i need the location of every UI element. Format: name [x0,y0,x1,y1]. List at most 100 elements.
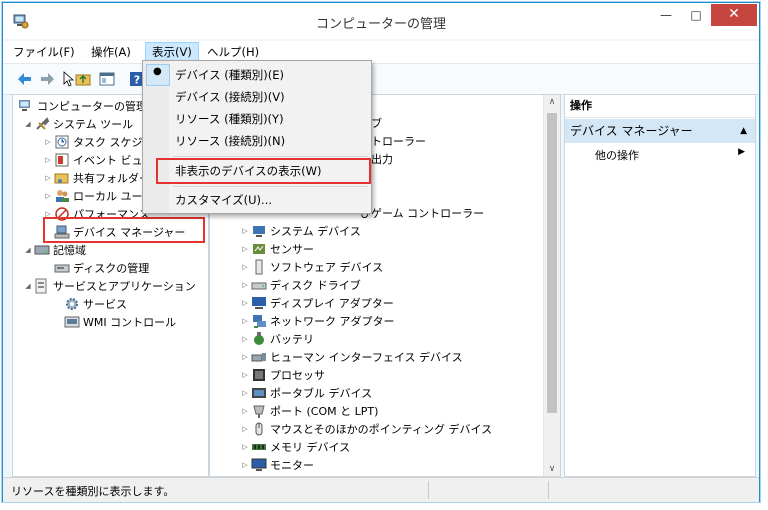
tree-item-wmi[interactable]: WMI コントロール [63,314,176,331]
scroll-up-icon[interactable]: ∧ [544,97,560,107]
sensor-icon [251,241,267,257]
device-category-hid[interactable]: ▷ ヒューマン インターフェイス デバイス [240,349,462,366]
clock-icon [54,134,70,150]
tree-item-disk-management[interactable]: ディスクの管理 [43,260,149,277]
expand-arrow-icon[interactable]: ▷ [240,277,250,294]
device-category-processor[interactable]: ▷ プロセッサ [240,367,325,384]
hid-icon [251,349,267,365]
device-category-mouse[interactable]: ▷ マウスとそのほかのポインティング デバイス [240,421,492,438]
computer-management-icon [18,98,34,114]
close-button[interactable]: ✕ [711,4,757,26]
tree-label: システム ツール [53,118,134,131]
expand-arrow-icon[interactable]: ▷ [240,367,250,384]
scroll-down-icon[interactable]: ∨ [544,464,560,474]
tree-item-local-users[interactable]: ▷ ローカル ユー [43,188,143,205]
device-label: メモリ デバイス [270,441,351,454]
device-category-system[interactable]: ▷ システム デバイス [240,223,361,240]
tree-item-system-tools[interactable]: ◢ システム ツール [23,116,133,133]
software-device-icon [251,259,267,275]
actions-section-label: デバイス マネージャー [570,124,693,138]
disk-icon [54,260,70,276]
expand-arrow-icon[interactable]: ▷ [240,223,250,240]
expand-arrow-icon[interactable]: ◢ [23,116,33,133]
battery-icon [251,331,267,347]
expand-arrow-icon[interactable]: ▷ [240,457,250,474]
storage-icon [34,242,50,258]
expand-arrow-icon[interactable]: ▷ [240,331,250,348]
scroll-thumb[interactable] [547,113,557,413]
tree-label: タスク スケジュ [73,136,153,149]
view-menu-dropdown: ● デバイス (種類別)(E) デバイス (接続別)(V) リソース (種類別)… [142,60,372,214]
back-arrow-icon[interactable] [17,71,33,87]
actions-section-device-manager[interactable]: デバイス マネージャー ▲ [565,119,755,143]
tree-item-services-apps[interactable]: ◢ サービスとアプリケーション [23,278,196,295]
device-label: バッテリ [270,333,314,346]
window-title: コンピューターの管理 [315,17,446,32]
monitor-icon [251,457,267,473]
display-adapter-icon [251,295,267,311]
expand-arrow-icon[interactable]: ▷ [240,349,250,366]
actions-pane: 操作 デバイス マネージャー ▲ 他の操作 ▶ [564,94,756,477]
menu-view[interactable]: 表示(V) [145,42,199,62]
submenu-arrow-icon[interactable]: ▶ [738,147,745,157]
expand-arrow-icon[interactable]: ▷ [43,134,53,151]
tree-label: WMI コントロール [83,316,177,329]
menu-action[interactable]: 操作(A) [85,43,137,61]
tree-item-event-viewer[interactable]: ▷ イベント ビュー [43,152,154,169]
memory-icon [251,439,267,455]
tree-item-root[interactable]: コンピューターの管理 [17,98,147,115]
menu-separator [173,186,368,187]
menu-item-resources-by-type[interactable]: リソース (種類別)(Y) [175,108,284,130]
expand-arrow-icon[interactable]: ▷ [43,170,53,187]
device-label: ポート (COM と LPT) [270,405,379,418]
menu-item-resources-by-connection[interactable]: リソース (接続別)(N) [175,130,285,152]
show-hide-tree-icon[interactable] [99,71,115,87]
expand-arrow-icon[interactable]: ▷ [240,421,250,438]
device-category-network[interactable]: ▷ ネットワーク アダプター [240,313,395,330]
menu-help[interactable]: ヘルプ(H) [201,43,265,61]
expand-arrow-icon[interactable]: ▷ [43,188,53,205]
tree-item-services[interactable]: サービス [63,296,127,313]
device-category-ports[interactable]: ▷ ポート (COM と LPT) [240,403,378,420]
device-category-software[interactable]: ▷ ソフトウェア デバイス [240,259,383,276]
highlight-box [43,217,205,243]
tree-item-shared-folders[interactable]: ▷ 共有フォルダー [43,170,150,187]
device-category-sensor[interactable]: ▷ センサー [240,241,314,258]
menu-item-devices-by-connection[interactable]: デバイス (接続別)(V) [175,86,285,108]
maximize-button[interactable]: □ [681,4,711,26]
up-folder-icon[interactable] [75,71,91,87]
device-category-monitor[interactable]: ▷ モニター [240,457,314,474]
device-label: ディスプレイ アダプター [270,297,394,310]
device-category-display[interactable]: ▷ ディスプレイ アダプター [240,295,394,312]
vertical-scrollbar[interactable]: ∧ ∨ [543,95,560,476]
device-category-memory[interactable]: ▷ メモリ デバイス [240,439,350,456]
users-icon [54,188,70,204]
expand-arrow-icon[interactable]: ◢ [23,278,33,295]
expand-arrow-icon[interactable]: ◢ [23,242,33,259]
tree-label: 記憶域 [53,244,86,257]
expand-arrow-icon[interactable]: ▷ [240,295,250,312]
device-category-portable[interactable]: ▷ ポータブル デバイス [240,385,372,402]
menu-file[interactable]: ファイル(F) [7,43,81,61]
device-category-battery[interactable]: ▷ バッテリ [240,331,314,348]
expand-arrow-icon[interactable]: ▷ [240,259,250,276]
expand-arrow-icon[interactable]: ▷ [240,403,250,420]
status-divider [428,481,429,499]
tree-item-storage[interactable]: ◢ 記憶域 [23,242,86,259]
expand-arrow-icon[interactable]: ▷ [240,385,250,402]
collapse-up-icon[interactable]: ▲ [740,119,747,143]
expand-arrow-icon[interactable]: ▷ [240,439,250,456]
menu-item-devices-by-type[interactable]: デバイス (種類別)(E) [175,64,284,86]
expand-arrow-icon[interactable]: ▷ [240,313,250,330]
tree-label: ローカル ユー [73,190,143,203]
minimize-button[interactable]: — [651,4,681,26]
main-window: コンピューターの管理 — □ ✕ ファイル(F) 操作(A) 表示(V) ヘルプ… [2,2,760,502]
forward-arrow-icon[interactable] [39,71,55,87]
device-category-disk[interactable]: ▷ ディスク ドライブ [240,277,361,294]
device-label: ディスク ドライブ [270,279,361,292]
expand-arrow-icon[interactable]: ▷ [240,241,250,258]
expand-arrow-icon[interactable]: ▷ [43,152,53,169]
other-actions-link[interactable]: 他の操作 [595,147,639,163]
tree-item-task-scheduler[interactable]: ▷ タスク スケジュ [43,134,153,151]
menu-item-customize[interactable]: カスタマイズ(U)... [175,189,272,211]
